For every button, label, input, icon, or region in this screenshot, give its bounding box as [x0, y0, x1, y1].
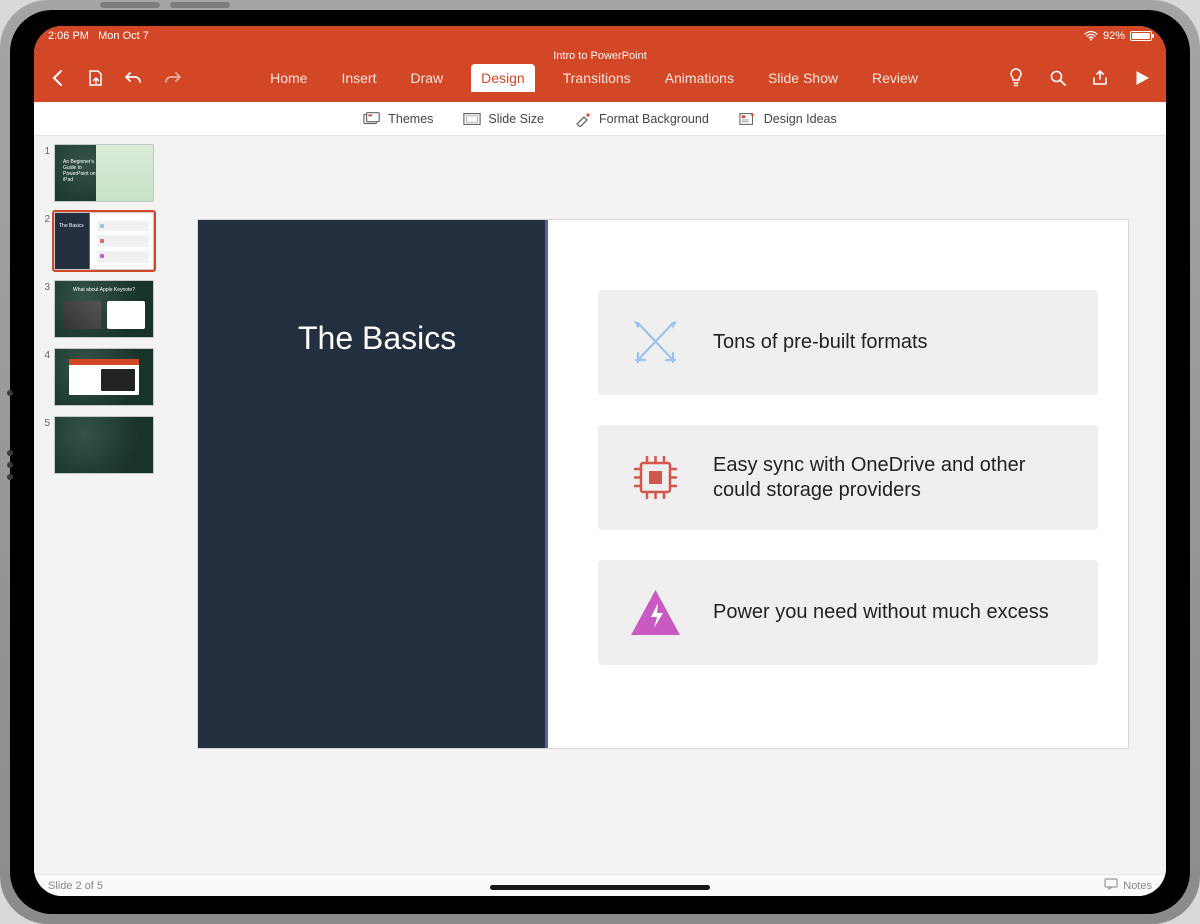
format-background-icon: [574, 111, 592, 127]
file-menu-icon[interactable]: [86, 68, 106, 88]
thumb-slide-3[interactable]: What about Apple Keynote?: [54, 280, 154, 338]
thumb-slide-1[interactable]: An Beginner's Guide to PowerPoint on iPa…: [54, 144, 154, 202]
themes-icon: [363, 111, 381, 127]
redo-icon[interactable]: [162, 68, 182, 88]
notes-button[interactable]: Notes: [1123, 880, 1152, 892]
search-icon[interactable]: [1048, 68, 1068, 88]
themes-label: Themes: [388, 112, 433, 126]
slide-title[interactable]: The Basics: [298, 320, 456, 357]
slide-canvas-area[interactable]: The Basics: [180, 136, 1166, 874]
tab-review[interactable]: Review: [866, 66, 924, 92]
chip-icon: [628, 450, 683, 505]
slide-left-panel: The Basics: [198, 220, 548, 748]
design-ideas-button[interactable]: Design Ideas: [739, 111, 837, 127]
tab-draw[interactable]: Draw: [404, 66, 449, 92]
status-time: 2:06 PM: [48, 30, 89, 42]
workspace: 1 An Beginner's Guide to PowerPoint on i…: [34, 136, 1166, 874]
thumb-number: 3: [40, 280, 50, 293]
slide-size-button[interactable]: Slide Size: [463, 111, 544, 127]
themes-button[interactable]: Themes: [363, 111, 433, 127]
thumb-slide-4[interactable]: [54, 348, 154, 406]
tab-transitions[interactable]: Transitions: [557, 66, 637, 92]
slide-point-3[interactable]: Power you need without much excess: [598, 560, 1098, 665]
thumb1-title: An Beginner's Guide to PowerPoint on iPa…: [63, 159, 96, 183]
swords-icon: [628, 315, 683, 370]
warning-bolt-icon: [628, 585, 683, 640]
thumb2-title: The Basics: [59, 223, 84, 229]
thumb-number: 4: [40, 348, 50, 361]
tab-design[interactable]: Design: [471, 64, 535, 92]
design-toolbar: Themes Slide Size Format Background: [34, 102, 1166, 136]
design-ideas-icon: [739, 111, 757, 127]
tab-animations[interactable]: Animations: [659, 66, 740, 92]
undo-icon[interactable]: [124, 68, 144, 88]
slide-size-icon: [463, 111, 481, 127]
tab-insert[interactable]: Insert: [335, 66, 382, 92]
home-indicator[interactable]: [490, 885, 710, 890]
design-ideas-label: Design Ideas: [764, 112, 837, 126]
thumb3-title: What about Apple Keynote?: [55, 287, 153, 293]
slide-point-1-text: Tons of pre-built formats: [713, 330, 928, 355]
status-time-date: 2:06 PM Mon Oct 7: [48, 30, 149, 42]
status-bar: 2:06 PM Mon Oct 7 92%: [34, 26, 1166, 46]
ribbon-tabs: Home Insert Draw Design Transitions Anim…: [264, 64, 924, 102]
thumb-number: 1: [40, 144, 50, 157]
format-background-button[interactable]: Format Background: [574, 111, 709, 127]
slide-point-1[interactable]: Tons of pre-built formats: [598, 290, 1098, 395]
document-title: Intro to PowerPoint: [34, 46, 1166, 62]
title-bar: Intro to PowerPoint H: [34, 46, 1166, 102]
battery-icon: [1130, 31, 1152, 41]
wifi-icon: [1084, 31, 1098, 41]
status-date: Mon Oct 7: [98, 30, 149, 42]
thumb-slide-5[interactable]: [54, 416, 154, 474]
slide-thumbnails[interactable]: 1 An Beginner's Guide to PowerPoint on i…: [34, 136, 180, 874]
slide-counter: Slide 2 of 5: [48, 880, 103, 892]
notes-icon[interactable]: [1104, 878, 1118, 893]
tab-slideshow[interactable]: Slide Show: [762, 66, 844, 92]
tab-home[interactable]: Home: [264, 66, 313, 92]
slide-canvas[interactable]: The Basics: [198, 220, 1128, 748]
thumb-number: 5: [40, 416, 50, 429]
share-icon[interactable]: [1090, 68, 1110, 88]
thumb-number: 2: [40, 212, 50, 225]
lightbulb-icon[interactable]: [1006, 68, 1026, 88]
back-icon[interactable]: [48, 68, 68, 88]
battery-pct: 92%: [1103, 30, 1125, 42]
thumb-slide-2[interactable]: The Basics: [54, 212, 154, 270]
slide-point-2-text: Easy sync with OneDrive and other could …: [713, 453, 1068, 503]
slide-size-label: Slide Size: [488, 112, 544, 126]
format-background-label: Format Background: [599, 112, 709, 126]
slide-point-3-text: Power you need without much excess: [713, 600, 1049, 625]
play-icon[interactable]: [1132, 68, 1152, 88]
slide-point-2[interactable]: Easy sync with OneDrive and other could …: [598, 425, 1098, 530]
